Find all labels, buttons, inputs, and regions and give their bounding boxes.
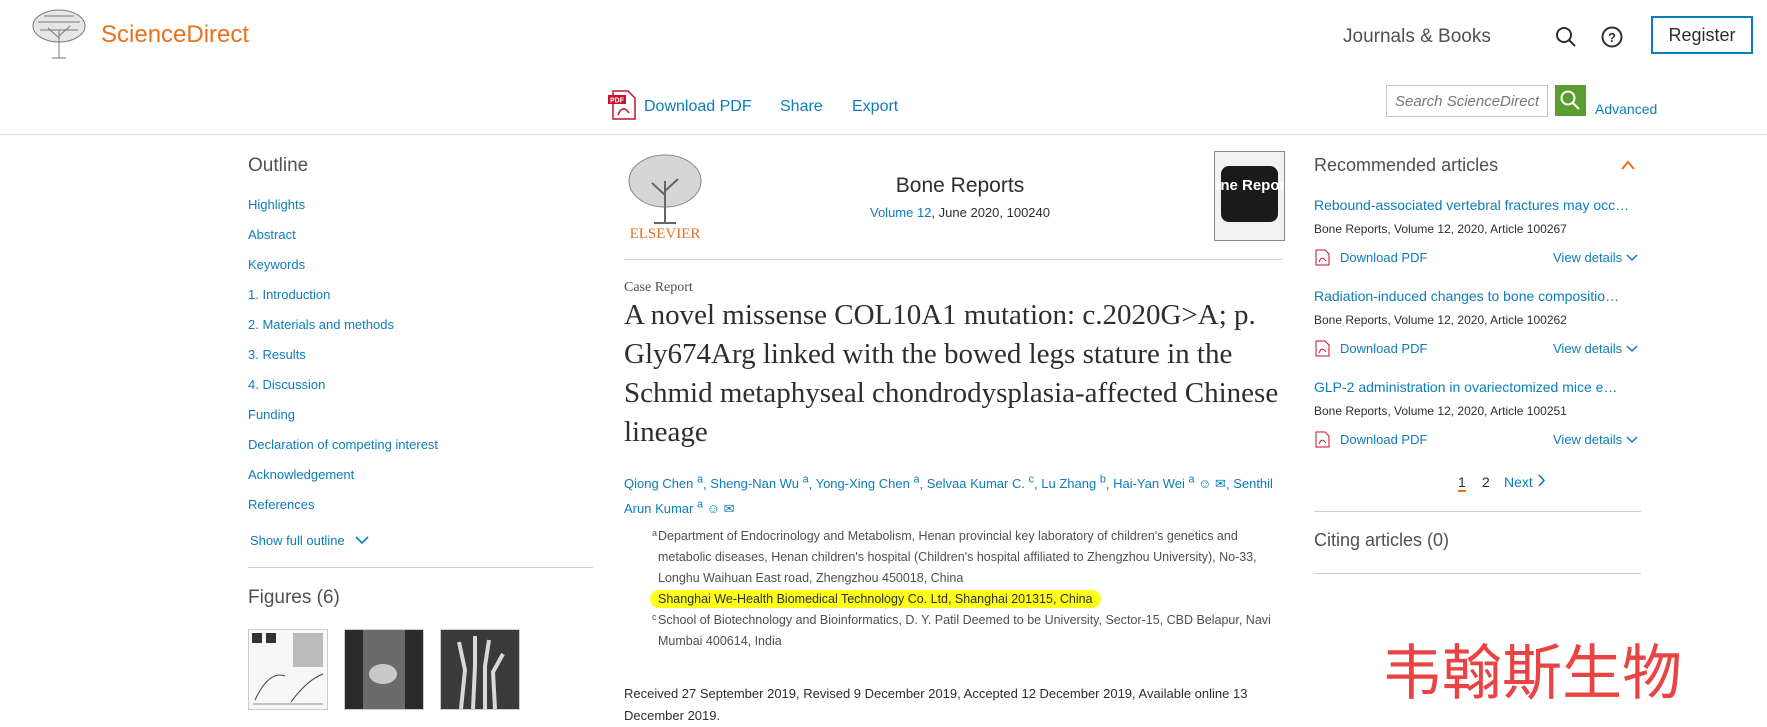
svg-text:?: ?	[1608, 30, 1616, 45]
outline-item-keywords[interactable]: Keywords	[248, 257, 305, 272]
author-link[interactable]: Selvaa Kumar C. c	[927, 474, 1034, 491]
outline-item-introduction[interactable]: 1. Introduction	[248, 287, 330, 302]
pdf-icon	[1315, 249, 1330, 266]
recommended-article-meta: Bone Reports, Volume 12, 2020, Article 1…	[1314, 222, 1567, 236]
download-pdf-link[interactable]: Download PDF	[644, 98, 752, 116]
pdf-icon[interactable]: PDF	[607, 89, 639, 121]
outline-item-funding[interactable]: Funding	[248, 407, 295, 422]
search-icon	[1560, 90, 1580, 110]
hand-xray-icon	[457, 636, 505, 710]
outline-item-highlights[interactable]: Highlights	[248, 197, 305, 212]
figure-thumbnail[interactable]	[344, 629, 424, 710]
watermark-text: 韦翰斯生物	[1382, 639, 1682, 709]
chevron-down-icon	[1626, 254, 1638, 262]
outline-item-references[interactable]: References	[248, 497, 314, 512]
cover-title: Bone Reports	[1215, 177, 1284, 194]
search-input[interactable]	[1386, 85, 1548, 117]
show-full-outline-label: Show full outline	[250, 533, 345, 548]
view-details-button[interactable]: View details	[1553, 432, 1638, 447]
recommended-article-link[interactable]: Radiation-induced changes to bone compos…	[1314, 288, 1619, 304]
email-icon: ✉	[1215, 476, 1226, 492]
help-icon[interactable]: ?	[1599, 24, 1625, 50]
person-icon: ☺	[1198, 476, 1212, 492]
publisher-name: ELSEVIER	[630, 226, 701, 241]
pagination-page-1[interactable]: 1	[1458, 474, 1466, 492]
pagination-page-2[interactable]: 2	[1482, 474, 1490, 490]
affiliation-text: School of Biotechnology and Bioinformati…	[658, 613, 1271, 648]
volume-link[interactable]: Volume 12	[870, 205, 931, 220]
register-button[interactable]: Register	[1651, 16, 1753, 54]
chevron-down-icon	[1626, 436, 1638, 444]
outline-item-abstract[interactable]: Abstract	[248, 227, 296, 242]
issue-details: , June 2020, 100240	[931, 205, 1050, 220]
view-details-button[interactable]: View details	[1553, 341, 1638, 356]
search-button[interactable]	[1555, 85, 1586, 116]
journal-title[interactable]: Bone Reports	[868, 174, 1052, 198]
pdf-icon	[1315, 340, 1330, 357]
figure-thumbnail[interactable]	[440, 629, 520, 710]
author-list: Qiong Chen a, Sheng-Nan Wu a, Yong-Xing …	[624, 474, 1273, 516]
divider	[624, 259, 1282, 260]
outline-item-competing-interest[interactable]: Declaration of competing interest	[248, 437, 438, 452]
divider	[1314, 511, 1641, 512]
chevron-right-icon	[1538, 474, 1545, 487]
export-link[interactable]: Export	[852, 98, 898, 116]
chart-figure-icon	[252, 633, 324, 705]
view-details-button[interactable]: View details	[1553, 250, 1638, 265]
pagination-next[interactable]: Next	[1504, 474, 1546, 490]
email-icon: ✉	[723, 500, 735, 516]
author-link[interactable]: Yong-Xing Chen a	[816, 474, 920, 491]
divider	[1314, 573, 1641, 574]
recommended-download-pdf[interactable]: Download PDF	[1340, 341, 1427, 356]
recommended-article-meta: Bone Reports, Volume 12, 2020, Article 1…	[1314, 404, 1567, 418]
author-link[interactable]: Lu Zhang b	[1041, 474, 1106, 491]
sciencedirect-logo[interactable]: ScienceDirect	[101, 21, 249, 49]
recommended-article-link[interactable]: GLP-2 administration in ovariectomized m…	[1314, 379, 1617, 395]
search-icon[interactable]	[1553, 24, 1579, 50]
share-link[interactable]: Share	[780, 98, 823, 116]
top-header: ScienceDirect Journals & Books ? Registe…	[0, 0, 1767, 68]
outline-item-discussion[interactable]: 4. Discussion	[248, 377, 325, 392]
journal-cover[interactable]: Bone Reports	[1200, 151, 1299, 241]
elsevier-tree-icon[interactable]	[30, 8, 88, 60]
xray-image-icon	[363, 630, 405, 709]
citing-articles-heading[interactable]: Citing articles (0)	[1314, 530, 1449, 551]
recommended-download-pdf[interactable]: Download PDF	[1340, 250, 1427, 265]
elsevier-logo[interactable]: ELSEVIER	[624, 151, 706, 241]
journals-books-link[interactable]: Journals & Books	[1343, 26, 1491, 48]
chevron-up-icon[interactable]	[1620, 159, 1636, 171]
article-toolbar: PDF Download PDF Share Export Advanced	[0, 80, 1767, 135]
outline-item-materials-methods[interactable]: 2. Materials and methods	[248, 317, 394, 332]
outline-item-results[interactable]: 3. Results	[248, 347, 306, 362]
chevron-down-icon	[1626, 345, 1638, 353]
outline-item-acknowledgement[interactable]: Acknowledgement	[248, 467, 354, 482]
author-link[interactable]: Hai-Yan Wei a ☺ ✉	[1113, 474, 1226, 492]
article-title: A novel missense COL10A1 mutation: c.202…	[624, 299, 1279, 448]
author-link[interactable]: Sheng-Nan Wu a	[710, 474, 808, 491]
recommended-article-link[interactable]: Rebound-associated vertebral fractures m…	[1314, 197, 1629, 213]
divider	[248, 567, 593, 568]
journal-cover-image: Bone Reports	[1200, 166, 1299, 222]
chevron-down-icon	[355, 536, 369, 545]
affiliation-text-highlighted: Shanghai We-Health Biomedical Technology…	[650, 589, 1282, 610]
figures-heading: Figures (6)	[248, 587, 340, 608]
advanced-search-link[interactable]: Advanced	[1595, 101, 1657, 117]
journal-issue-info: Volume 12, June 2020, 100240	[818, 205, 1102, 220]
pdf-icon	[1315, 431, 1330, 448]
recommended-heading: Recommended articles	[1314, 155, 1499, 175]
outline-heading: Outline	[248, 155, 309, 176]
article-type: Case Report	[624, 280, 693, 295]
recommended-article-meta: Bone Reports, Volume 12, 2020, Article 1…	[1314, 313, 1567, 327]
show-full-outline-button[interactable]: Show full outline	[250, 533, 370, 548]
recommended-download-pdf[interactable]: Download PDF	[1340, 432, 1427, 447]
svg-text:PDF: PDF	[610, 98, 625, 105]
author-link[interactable]: Qiong Chen a	[624, 474, 703, 491]
person-icon: ☺	[706, 500, 720, 516]
article-history: Received 27 September 2019, Revised 9 De…	[624, 686, 1248, 723]
affiliation-text: Department of Endocrinology and Metaboli…	[658, 529, 1257, 585]
figure-thumbnail[interactable]	[248, 629, 328, 710]
